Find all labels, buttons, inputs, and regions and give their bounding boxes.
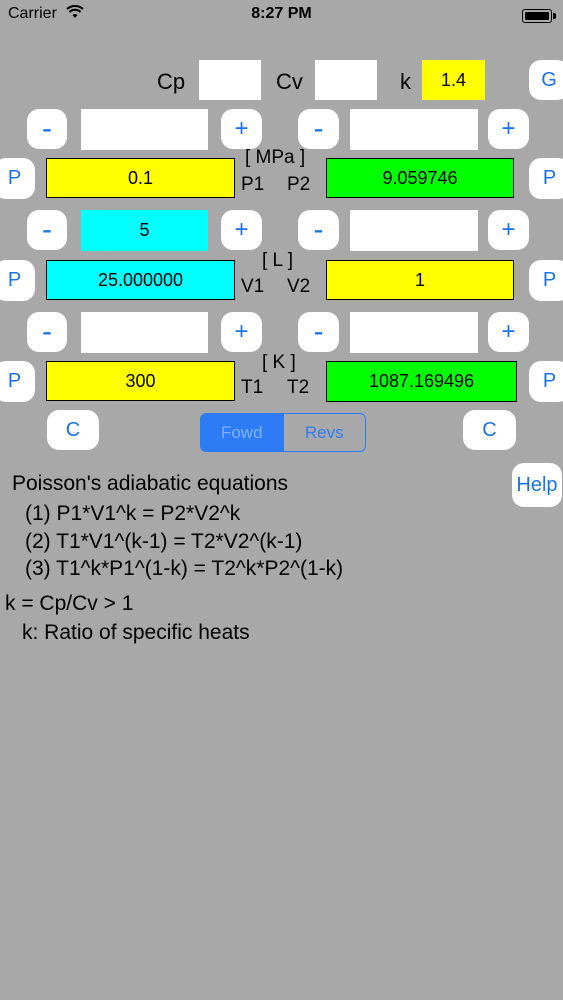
t1-label: T1	[241, 377, 264, 398]
volume-unit: [ L ]	[262, 250, 293, 271]
v2-minus-button[interactable]: -	[298, 210, 339, 250]
clock-time: 8:27 PM	[251, 5, 312, 22]
v1-minus-button[interactable]: -	[27, 210, 67, 250]
equation-3: (3) T1^k*P1^(1-k) = T2^k*P2^(1-k)	[25, 557, 344, 580]
v1-step-input[interactable]: 5	[81, 210, 208, 251]
t1-minus-button[interactable]: -	[27, 312, 67, 352]
p1-label: P1	[241, 174, 265, 195]
v1-label: V1	[241, 276, 265, 297]
battery-icon	[522, 9, 552, 23]
v1-p-button[interactable]: P	[0, 260, 35, 301]
equation-2: (2) T1*V1^(k-1) = T2*V2^(k-1)	[25, 530, 303, 553]
k-label: k	[400, 69, 411, 94]
cp-label: Cp	[157, 69, 186, 94]
temperature-unit: [ K ]	[262, 352, 296, 373]
v2-p-button[interactable]: P	[529, 260, 563, 301]
segment-reverse[interactable]: Revs	[282, 414, 366, 451]
p2-value[interactable]: 9.059746	[326, 158, 514, 198]
cp-input[interactable]	[199, 60, 261, 100]
v2-plus-button[interactable]: +	[488, 210, 529, 250]
v1-plus-button[interactable]: +	[221, 210, 262, 250]
p2-p-button[interactable]: P	[529, 158, 563, 199]
p2-plus-button[interactable]: +	[488, 109, 529, 149]
p2-minus-button[interactable]: -	[298, 109, 339, 149]
k-definition: k = Cp/Cv > 1	[5, 592, 134, 615]
t1-step-input[interactable]	[81, 312, 208, 353]
t2-value[interactable]: 1087.169496	[326, 361, 517, 402]
battery-tip-icon	[553, 13, 556, 19]
t2-minus-button[interactable]: -	[298, 312, 339, 352]
direction-segmented-control: Fowd Revs	[200, 413, 366, 452]
cv-label: Cv	[276, 69, 303, 94]
p1-plus-button[interactable]: +	[221, 109, 262, 149]
t2-step-input[interactable]	[350, 312, 478, 353]
t1-value[interactable]: 300	[46, 361, 235, 401]
v1-value[interactable]: 25.000000	[46, 260, 235, 300]
segment-forward[interactable]: Fowd	[201, 414, 283, 451]
t2-p-button[interactable]: P	[529, 361, 563, 402]
t2-label: T2	[287, 377, 310, 398]
status-bar: Carrier 8:27 PM	[0, 0, 563, 30]
equation-1: (1) P1*V1^k = P2*V2^k	[25, 502, 241, 525]
clear-left-button[interactable]: C	[47, 410, 99, 450]
p1-step-input[interactable]	[81, 109, 208, 150]
p2-step-input[interactable]	[350, 109, 478, 150]
p2-label: P2	[287, 174, 311, 195]
clear-right-button[interactable]: C	[463, 410, 516, 450]
k-input[interactable]: 1.4	[422, 60, 485, 100]
equations-title: Poisson's adiabatic equations	[12, 472, 289, 495]
t2-plus-button[interactable]: +	[488, 312, 529, 352]
p1-value[interactable]: 0.1	[46, 158, 235, 198]
p1-p-button[interactable]: P	[0, 158, 35, 199]
help-button[interactable]: Help	[512, 463, 562, 507]
g-button[interactable]: G	[529, 60, 563, 100]
pressure-unit: [ MPa ]	[245, 147, 306, 168]
p1-minus-button[interactable]: -	[27, 109, 67, 149]
t1-p-button[interactable]: P	[0, 361, 35, 402]
cv-input[interactable]	[315, 60, 377, 100]
v2-step-input[interactable]	[350, 210, 478, 251]
t1-plus-button[interactable]: +	[221, 312, 262, 352]
k-description: k: Ratio of specific heats	[22, 621, 250, 644]
v2-label: V2	[287, 276, 311, 297]
v2-value[interactable]: 1	[326, 260, 514, 300]
